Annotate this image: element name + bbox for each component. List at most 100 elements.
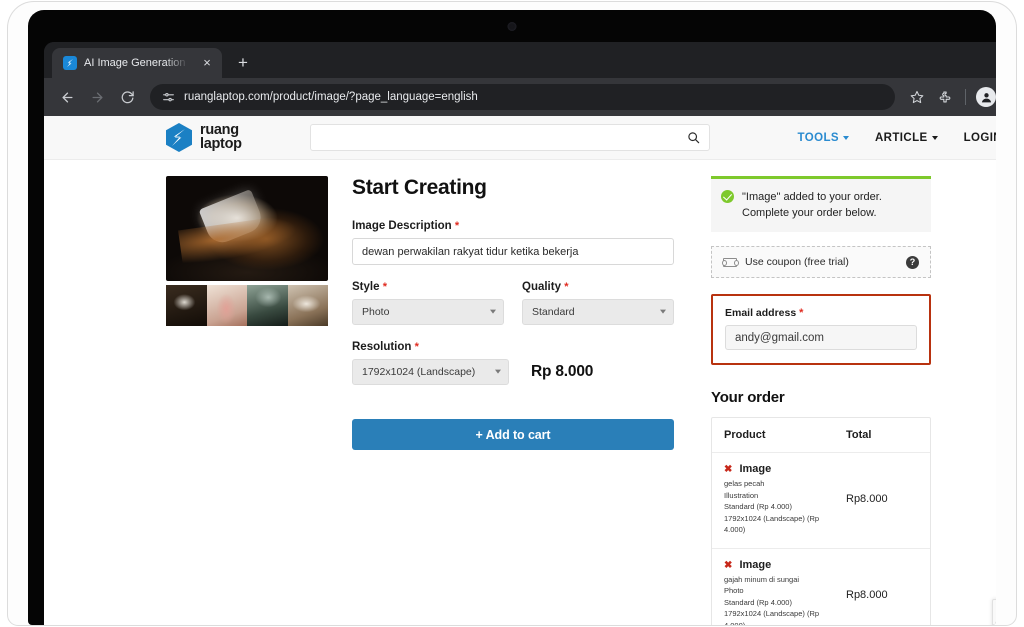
quality-field: Quality * Standard xyxy=(522,281,674,325)
quality-label: Quality * xyxy=(522,281,674,293)
required-mark: * xyxy=(454,220,460,232)
order-notice: "Image" added to your order. Complete yo… xyxy=(711,176,931,232)
check-circle-icon xyxy=(721,190,734,203)
order-item-total: Rp8.000 xyxy=(846,493,888,506)
email-panel: Email address * xyxy=(711,294,931,365)
chevron-down-icon xyxy=(495,369,501,374)
profile-avatar[interactable] xyxy=(974,85,996,109)
browser-toolbar: ruanglaptop.com/product/image/?page_lang… xyxy=(44,78,996,116)
required-mark: * xyxy=(382,281,387,293)
order-table-header: Product Total xyxy=(712,418,930,453)
nav-label-login: LOGIN xyxy=(963,131,996,144)
order-item-total: Rp8.000 xyxy=(846,588,888,601)
forward-icon xyxy=(84,84,110,110)
new-tab-button[interactable]: + xyxy=(230,50,256,76)
close-icon[interactable]: × xyxy=(200,56,214,70)
product-main-image[interactable] xyxy=(166,176,328,281)
thumbnail-4[interactable] xyxy=(287,285,328,326)
site-settings-icon xyxy=(163,92,174,101)
order-item-meta-3: Standard (Rp 4.000) xyxy=(724,597,792,607)
resolution-label-text: Resolution xyxy=(352,341,412,353)
address-bar[interactable]: ruanglaptop.com/product/image/?page_lang… xyxy=(150,84,895,110)
order-item-meta-1: gajah minum di sungai xyxy=(724,574,800,584)
bookmark-star-icon[interactable] xyxy=(905,85,929,109)
order-item-title: Image xyxy=(739,558,772,571)
webcam-icon xyxy=(507,22,517,31)
image-description-input[interactable] xyxy=(352,238,674,265)
page-title: Start Creating xyxy=(352,176,487,199)
remove-item-icon[interactable]: ✖ xyxy=(724,560,732,571)
url-text: ruanglaptop.com/product/image/?page_lang… xyxy=(184,91,478,103)
site-logo[interactable]: ruang laptop xyxy=(166,123,290,152)
style-select[interactable]: Photo xyxy=(352,299,504,325)
recaptcha-badge[interactable] xyxy=(992,599,996,625)
nav-label-article: ARTICLE xyxy=(874,131,928,144)
remove-item-icon[interactable]: ✖ xyxy=(724,464,732,475)
order-item-title: Image xyxy=(739,463,772,475)
product-price: Rp 8.000 xyxy=(531,363,594,380)
style-label: Style * xyxy=(352,281,504,293)
back-icon[interactable] xyxy=(54,84,80,110)
extensions-puzzle-icon[interactable] xyxy=(933,85,957,109)
style-select-value: Photo xyxy=(352,299,504,325)
thumbnail-2[interactable] xyxy=(206,285,247,326)
order-item-name-row: ✖ Image xyxy=(724,463,840,475)
chevron-down-icon xyxy=(660,309,666,314)
chevron-down-icon xyxy=(842,135,849,140)
laptop-frame: AI Image Generation Tool - N × + ▾ xyxy=(8,2,1016,625)
tab-title: AI Image Generation Tool - N xyxy=(84,57,193,69)
email-label: Email address * xyxy=(725,307,917,319)
order-table: Product Total ✖ Image gelas pecah Illust… xyxy=(711,417,931,625)
order-sidebar: "Image" added to your order. Complete yo… xyxy=(711,176,931,625)
search-input[interactable] xyxy=(320,131,687,144)
style-quality-row: Style * Photo Quality * Standard xyxy=(352,281,674,325)
quality-select[interactable]: Standard xyxy=(522,299,674,325)
column-header-product: Product xyxy=(724,429,766,441)
resolution-label: Resolution * xyxy=(352,341,674,353)
product-thumbnails xyxy=(166,285,328,326)
browser-window: AI Image Generation Tool - N × + ▾ xyxy=(44,42,996,625)
order-item-product: ✖ Image gelas pecah Illustration Standar… xyxy=(724,463,846,536)
nav-item-login[interactable]: LOGIN xyxy=(964,132,996,144)
email-field[interactable] xyxy=(725,325,917,350)
order-item-meta-2: Illustration xyxy=(724,490,759,500)
browser-tabstrip: AI Image Generation Tool - N × + ▾ xyxy=(44,42,996,78)
page-content: Start Creating Image Description * Style… xyxy=(44,160,996,625)
help-icon[interactable]: ? xyxy=(906,255,919,269)
brand-line-2: laptop xyxy=(200,135,242,152)
order-item-product: ✖ Image gajah minum di sungai Photo Stan… xyxy=(724,559,846,626)
notice-line-1: "Image" added to your order. xyxy=(742,191,882,203)
nav-item-tools[interactable]: TOOLS xyxy=(798,132,849,144)
toolbar-divider xyxy=(965,89,966,105)
order-item-meta-2: Photo xyxy=(724,586,744,595)
laptop-screen: AI Image Generation Tool - N × + ▾ xyxy=(28,10,996,625)
page-viewport: ruang laptop TOOLS ARTICLE LOGI Start Cr… xyxy=(44,116,996,625)
browser-tab[interactable]: AI Image Generation Tool - N × xyxy=(52,48,222,78)
add-to-cart-button[interactable]: + Add to cart xyxy=(352,419,674,450)
required-mark: * xyxy=(799,307,804,319)
ticket-icon xyxy=(721,257,739,267)
thumbnail-1[interactable] xyxy=(166,285,207,326)
image-description-label: Image Description * xyxy=(352,220,674,232)
nav-item-article[interactable]: ARTICLE xyxy=(875,132,938,144)
column-header-total: Total xyxy=(846,429,872,441)
order-item-meta-4: 1792x1024 (Landscape) (Rp 4.000) xyxy=(724,513,820,535)
favicon-icon xyxy=(63,56,77,70)
thumbnail-3[interactable] xyxy=(247,285,288,326)
required-mark: * xyxy=(564,281,569,293)
site-nav: TOOLS ARTICLE LOGIN xyxy=(798,132,996,144)
ruanglaptop-logo-icon xyxy=(166,123,192,152)
reload-icon[interactable] xyxy=(114,84,140,110)
search-icon[interactable] xyxy=(687,131,700,144)
order-item-name-row: ✖ Image xyxy=(724,559,840,571)
resolution-row: 1792x1024 (Landscape) Rp 8.000 xyxy=(352,359,674,385)
table-row: ✖ Image gelas pecah Illustration Standar… xyxy=(712,453,930,549)
product-gallery xyxy=(166,176,328,625)
coupon-toggle[interactable]: Use coupon (free trial) ? xyxy=(711,246,931,278)
quality-label-text: Quality xyxy=(522,281,561,293)
resolution-select[interactable]: 1792x1024 (Landscape) xyxy=(352,359,509,385)
notice-line-2: Complete your order below. xyxy=(742,207,877,219)
style-field: Style * Photo xyxy=(352,281,504,325)
order-item-meta-3: Standard (Rp 4.000) xyxy=(724,502,792,511)
site-search[interactable] xyxy=(310,124,710,151)
